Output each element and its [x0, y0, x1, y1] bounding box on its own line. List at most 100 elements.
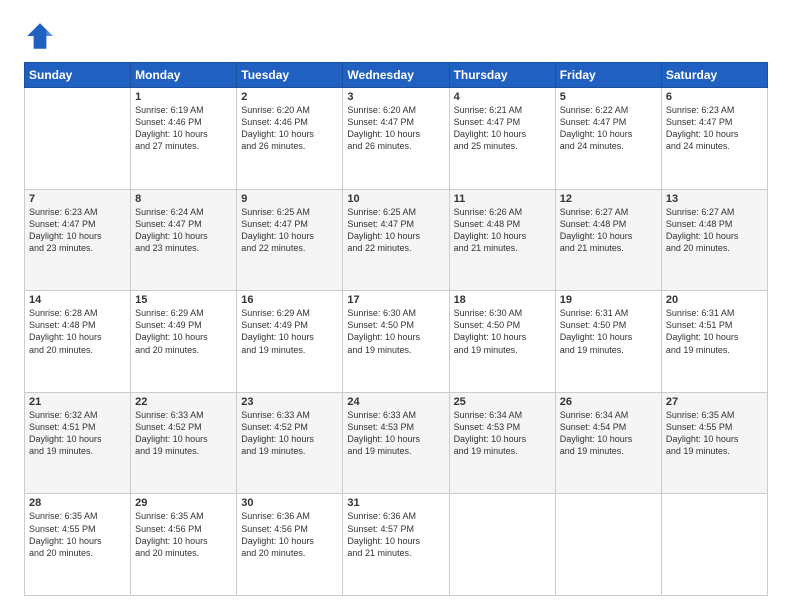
calendar-cell: 18Sunrise: 6:30 AM Sunset: 4:50 PM Dayli…: [449, 291, 555, 393]
day-number: 10: [347, 193, 444, 205]
cell-info: Sunrise: 6:20 AM Sunset: 4:47 PM Dayligh…: [347, 104, 444, 153]
day-number: 28: [29, 497, 126, 509]
header: [24, 20, 768, 52]
calendar-cell: 1Sunrise: 6:19 AM Sunset: 4:46 PM Daylig…: [131, 88, 237, 190]
cell-info: Sunrise: 6:19 AM Sunset: 4:46 PM Dayligh…: [135, 104, 232, 153]
calendar-cell: [449, 494, 555, 596]
calendar-cell: 3Sunrise: 6:20 AM Sunset: 4:47 PM Daylig…: [343, 88, 449, 190]
day-number: 1: [135, 91, 232, 103]
day-number: 11: [454, 193, 551, 205]
calendar-table: SundayMondayTuesdayWednesdayThursdayFrid…: [24, 62, 768, 596]
day-number: 4: [454, 91, 551, 103]
calendar-cell: 28Sunrise: 6:35 AM Sunset: 4:55 PM Dayli…: [25, 494, 131, 596]
cell-info: Sunrise: 6:27 AM Sunset: 4:48 PM Dayligh…: [666, 206, 763, 255]
cell-info: Sunrise: 6:23 AM Sunset: 4:47 PM Dayligh…: [29, 206, 126, 255]
week-row-4: 28Sunrise: 6:35 AM Sunset: 4:55 PM Dayli…: [25, 494, 768, 596]
day-number: 17: [347, 294, 444, 306]
cell-info: Sunrise: 6:29 AM Sunset: 4:49 PM Dayligh…: [241, 307, 338, 356]
cell-info: Sunrise: 6:33 AM Sunset: 4:52 PM Dayligh…: [135, 409, 232, 458]
day-number: 15: [135, 294, 232, 306]
calendar-cell: 22Sunrise: 6:33 AM Sunset: 4:52 PM Dayli…: [131, 392, 237, 494]
calendar-cell: 5Sunrise: 6:22 AM Sunset: 4:47 PM Daylig…: [555, 88, 661, 190]
day-number: 26: [560, 396, 657, 408]
col-header-monday: Monday: [131, 63, 237, 88]
calendar-cell: 15Sunrise: 6:29 AM Sunset: 4:49 PM Dayli…: [131, 291, 237, 393]
day-number: 13: [666, 193, 763, 205]
calendar-cell: 29Sunrise: 6:35 AM Sunset: 4:56 PM Dayli…: [131, 494, 237, 596]
week-row-0: 1Sunrise: 6:19 AM Sunset: 4:46 PM Daylig…: [25, 88, 768, 190]
day-number: 30: [241, 497, 338, 509]
cell-info: Sunrise: 6:20 AM Sunset: 4:46 PM Dayligh…: [241, 104, 338, 153]
day-number: 29: [135, 497, 232, 509]
col-header-sunday: Sunday: [25, 63, 131, 88]
calendar-cell: 25Sunrise: 6:34 AM Sunset: 4:53 PM Dayli…: [449, 392, 555, 494]
cell-info: Sunrise: 6:27 AM Sunset: 4:48 PM Dayligh…: [560, 206, 657, 255]
cell-info: Sunrise: 6:36 AM Sunset: 4:56 PM Dayligh…: [241, 510, 338, 559]
cell-info: Sunrise: 6:26 AM Sunset: 4:48 PM Dayligh…: [454, 206, 551, 255]
day-number: 24: [347, 396, 444, 408]
calendar-cell: 8Sunrise: 6:24 AM Sunset: 4:47 PM Daylig…: [131, 189, 237, 291]
cell-info: Sunrise: 6:32 AM Sunset: 4:51 PM Dayligh…: [29, 409, 126, 458]
day-number: 2: [241, 91, 338, 103]
day-number: 25: [454, 396, 551, 408]
day-number: 16: [241, 294, 338, 306]
cell-info: Sunrise: 6:24 AM Sunset: 4:47 PM Dayligh…: [135, 206, 232, 255]
calendar-cell: 31Sunrise: 6:36 AM Sunset: 4:57 PM Dayli…: [343, 494, 449, 596]
calendar-cell: 12Sunrise: 6:27 AM Sunset: 4:48 PM Dayli…: [555, 189, 661, 291]
day-number: 20: [666, 294, 763, 306]
col-header-thursday: Thursday: [449, 63, 555, 88]
cell-info: Sunrise: 6:31 AM Sunset: 4:50 PM Dayligh…: [560, 307, 657, 356]
cell-info: Sunrise: 6:25 AM Sunset: 4:47 PM Dayligh…: [241, 206, 338, 255]
calendar-cell: 9Sunrise: 6:25 AM Sunset: 4:47 PM Daylig…: [237, 189, 343, 291]
cell-info: Sunrise: 6:29 AM Sunset: 4:49 PM Dayligh…: [135, 307, 232, 356]
cell-info: Sunrise: 6:35 AM Sunset: 4:56 PM Dayligh…: [135, 510, 232, 559]
calendar-cell: 7Sunrise: 6:23 AM Sunset: 4:47 PM Daylig…: [25, 189, 131, 291]
col-header-tuesday: Tuesday: [237, 63, 343, 88]
cell-info: Sunrise: 6:35 AM Sunset: 4:55 PM Dayligh…: [29, 510, 126, 559]
day-number: 5: [560, 91, 657, 103]
cell-info: Sunrise: 6:34 AM Sunset: 4:54 PM Dayligh…: [560, 409, 657, 458]
cell-info: Sunrise: 6:31 AM Sunset: 4:51 PM Dayligh…: [666, 307, 763, 356]
cell-info: Sunrise: 6:28 AM Sunset: 4:48 PM Dayligh…: [29, 307, 126, 356]
col-header-wednesday: Wednesday: [343, 63, 449, 88]
calendar-cell: 2Sunrise: 6:20 AM Sunset: 4:46 PM Daylig…: [237, 88, 343, 190]
calendar-cell: 17Sunrise: 6:30 AM Sunset: 4:50 PM Dayli…: [343, 291, 449, 393]
calendar-cell: [25, 88, 131, 190]
cell-info: Sunrise: 6:33 AM Sunset: 4:52 PM Dayligh…: [241, 409, 338, 458]
cell-info: Sunrise: 6:21 AM Sunset: 4:47 PM Dayligh…: [454, 104, 551, 153]
cell-info: Sunrise: 6:22 AM Sunset: 4:47 PM Dayligh…: [560, 104, 657, 153]
logo: [24, 20, 60, 52]
day-number: 12: [560, 193, 657, 205]
day-number: 3: [347, 91, 444, 103]
col-header-saturday: Saturday: [661, 63, 767, 88]
calendar-cell: 4Sunrise: 6:21 AM Sunset: 4:47 PM Daylig…: [449, 88, 555, 190]
cell-info: Sunrise: 6:30 AM Sunset: 4:50 PM Dayligh…: [454, 307, 551, 356]
cell-info: Sunrise: 6:30 AM Sunset: 4:50 PM Dayligh…: [347, 307, 444, 356]
calendar-cell: 16Sunrise: 6:29 AM Sunset: 4:49 PM Dayli…: [237, 291, 343, 393]
calendar-cell: 13Sunrise: 6:27 AM Sunset: 4:48 PM Dayli…: [661, 189, 767, 291]
calendar-cell: 27Sunrise: 6:35 AM Sunset: 4:55 PM Dayli…: [661, 392, 767, 494]
logo-icon: [24, 20, 56, 52]
cell-info: Sunrise: 6:25 AM Sunset: 4:47 PM Dayligh…: [347, 206, 444, 255]
calendar-cell: 26Sunrise: 6:34 AM Sunset: 4:54 PM Dayli…: [555, 392, 661, 494]
calendar-cell: 11Sunrise: 6:26 AM Sunset: 4:48 PM Dayli…: [449, 189, 555, 291]
week-row-2: 14Sunrise: 6:28 AM Sunset: 4:48 PM Dayli…: [25, 291, 768, 393]
cell-info: Sunrise: 6:33 AM Sunset: 4:53 PM Dayligh…: [347, 409, 444, 458]
day-number: 27: [666, 396, 763, 408]
day-number: 8: [135, 193, 232, 205]
week-row-1: 7Sunrise: 6:23 AM Sunset: 4:47 PM Daylig…: [25, 189, 768, 291]
day-number: 19: [560, 294, 657, 306]
page: SundayMondayTuesdayWednesdayThursdayFrid…: [0, 0, 792, 612]
calendar-cell: [661, 494, 767, 596]
day-number: 22: [135, 396, 232, 408]
day-number: 23: [241, 396, 338, 408]
day-number: 21: [29, 396, 126, 408]
cell-info: Sunrise: 6:36 AM Sunset: 4:57 PM Dayligh…: [347, 510, 444, 559]
day-number: 6: [666, 91, 763, 103]
calendar-cell: 14Sunrise: 6:28 AM Sunset: 4:48 PM Dayli…: [25, 291, 131, 393]
cell-info: Sunrise: 6:23 AM Sunset: 4:47 PM Dayligh…: [666, 104, 763, 153]
calendar-cell: 24Sunrise: 6:33 AM Sunset: 4:53 PM Dayli…: [343, 392, 449, 494]
calendar-cell: 10Sunrise: 6:25 AM Sunset: 4:47 PM Dayli…: [343, 189, 449, 291]
col-header-friday: Friday: [555, 63, 661, 88]
calendar-cell: 23Sunrise: 6:33 AM Sunset: 4:52 PM Dayli…: [237, 392, 343, 494]
